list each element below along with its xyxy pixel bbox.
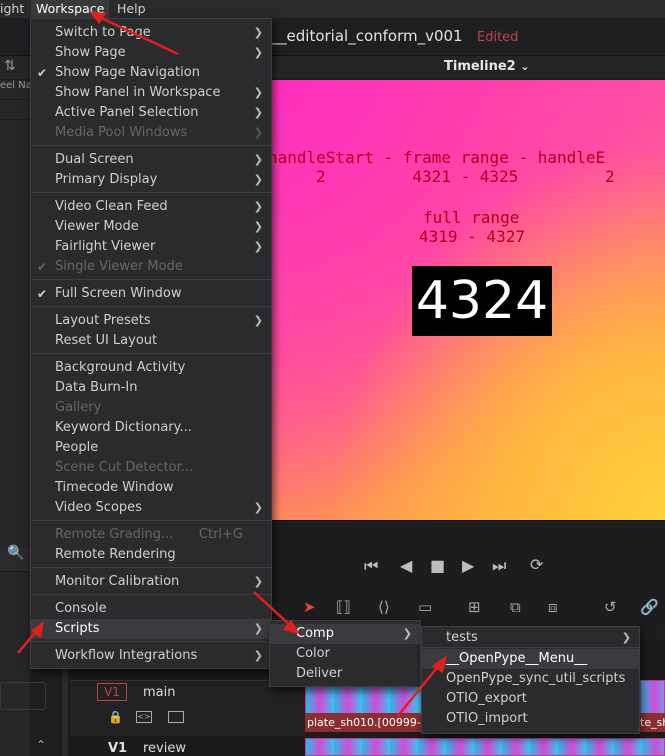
annotation-arrows bbox=[17, 11, 447, 718]
annotation-arrow bbox=[96, 14, 179, 56]
annotation-arrow bbox=[253, 591, 293, 628]
annotation-arrow bbox=[396, 663, 441, 718]
annotation-arrowhead bbox=[89, 11, 107, 25]
